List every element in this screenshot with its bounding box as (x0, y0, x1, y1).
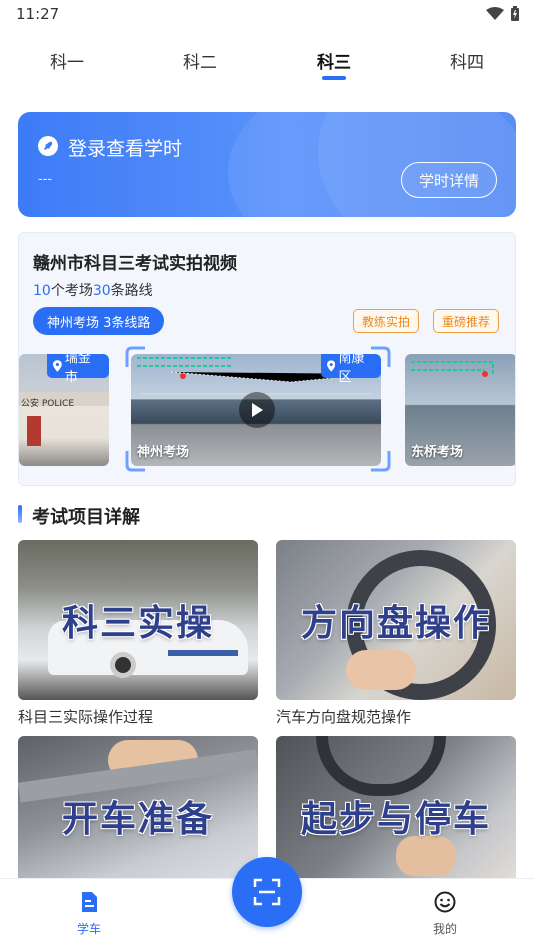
nav-mine[interactable]: 我的 (415, 891, 475, 937)
venue-label-dongqiao: 东桥考场 (411, 445, 464, 460)
location-tag-nankang: 南康区 (321, 354, 381, 385)
tag-coach-shot: 教练实拍 (353, 309, 420, 333)
scan-button[interactable] (232, 857, 302, 927)
venue-label-shenzhou: 神州考场 (137, 445, 190, 460)
exam-item-caption[interactable]: 科目三实际操作过程 (18, 706, 258, 727)
venue-routes-pill[interactable]: 神州考场 3条线路 (33, 307, 165, 335)
tab-subject-1[interactable]: 科一 (27, 48, 107, 73)
wifi-icon (486, 7, 504, 20)
status-bar: 11:27 (0, 0, 534, 28)
tab-subject-3[interactable]: 科三 (294, 48, 374, 73)
routes-text: 条路线 (110, 283, 153, 299)
nav-label: 学车 (76, 922, 101, 936)
status-icons (486, 6, 520, 22)
location-pin-icon (327, 360, 336, 372)
exam-item-overlay-text: 开车准备 (61, 799, 214, 840)
exam-item-overlay-text: 科三实操 (61, 603, 214, 644)
car-wheel (110, 652, 136, 678)
venues-text: 个考场 (50, 283, 93, 299)
location-label: 南康区 (338, 354, 365, 385)
login-hours-value: --- (38, 172, 53, 187)
tab-subject-4[interactable]: 科四 (427, 48, 507, 73)
login-title[interactable]: 登录查看学时 (68, 134, 182, 161)
venue-thumb-ruijin[interactable]: 公安 POLICE 瑞金市 (19, 354, 109, 466)
exam-video-card: 赣州市科目三考试实拍视频 10个考场30条路线 神州考场 3条线路 教练实拍 重… (18, 232, 516, 486)
location-pin-icon (53, 360, 62, 372)
location-tag-ruijin: 瑞金市 (47, 354, 109, 385)
exam-item-overlay-text: 方向盘操作 (300, 603, 491, 644)
scan-icon (253, 878, 281, 906)
steering-wheel-shape (316, 736, 446, 796)
nav-label: 我的 (432, 922, 457, 936)
exam-item-start-stop[interactable]: 起步与停车 (276, 736, 516, 896)
exam-item-image[interactable]: 方向盘操作 (276, 540, 516, 700)
car-stripe (168, 650, 238, 656)
exam-item-practice[interactable]: 科三实操 科目三实际操作过程 (18, 540, 258, 727)
video-card-title: 赣州市科目三考试实拍视频 (33, 254, 237, 274)
exam-item-steering[interactable]: 方向盘操作 汽车方向盘规范操作 (276, 540, 516, 727)
play-icon[interactable] (239, 392, 275, 428)
exam-item-preparation[interactable]: 开车准备 (18, 736, 258, 896)
subject-tabs: 科一 科二 科三 科四 (0, 40, 534, 84)
hours-detail-button[interactable]: 学时详情 (401, 162, 497, 198)
venue-thumb-dongqiao[interactable]: 东桥考场 (405, 354, 515, 466)
active-tab-indicator (322, 76, 346, 80)
exam-item-overlay-text: 起步与停车 (300, 799, 491, 840)
venues-count: 10 (33, 283, 51, 299)
tab-subject-2[interactable]: 科二 (160, 48, 240, 73)
venue-thumb-shenzhou[interactable]: 南康区 神州考场 (131, 354, 381, 466)
exam-item-image[interactable]: 起步与停车 (276, 736, 516, 896)
login-card[interactable]: 登录查看学时 --- 学时详情 (18, 112, 516, 217)
section-title: 考试项目详解 (32, 507, 140, 528)
smiley-icon (434, 891, 456, 913)
section-accent-bar (18, 505, 22, 523)
nav-learn-driving[interactable]: 学车 (59, 891, 119, 937)
exam-item-image[interactable]: 开车准备 (18, 736, 258, 896)
location-label: 瑞金市 (64, 354, 91, 385)
learn-icon (82, 892, 97, 912)
video-card-stats: 10个考场30条路线 (33, 280, 153, 300)
police-sign: 公安 POLICE (21, 399, 75, 409)
hand-shape (346, 650, 416, 690)
exam-item-image[interactable]: 科三实操 (18, 540, 258, 700)
routes-count: 30 (92, 283, 111, 299)
rocket-icon (38, 136, 58, 156)
status-time: 11:27 (16, 5, 60, 23)
door (27, 416, 41, 446)
tag-recommended: 重磅推荐 (433, 309, 500, 333)
hand-shape (396, 836, 456, 876)
battery-icon (511, 6, 519, 21)
exam-item-caption[interactable]: 汽车方向盘规范操作 (276, 706, 516, 727)
